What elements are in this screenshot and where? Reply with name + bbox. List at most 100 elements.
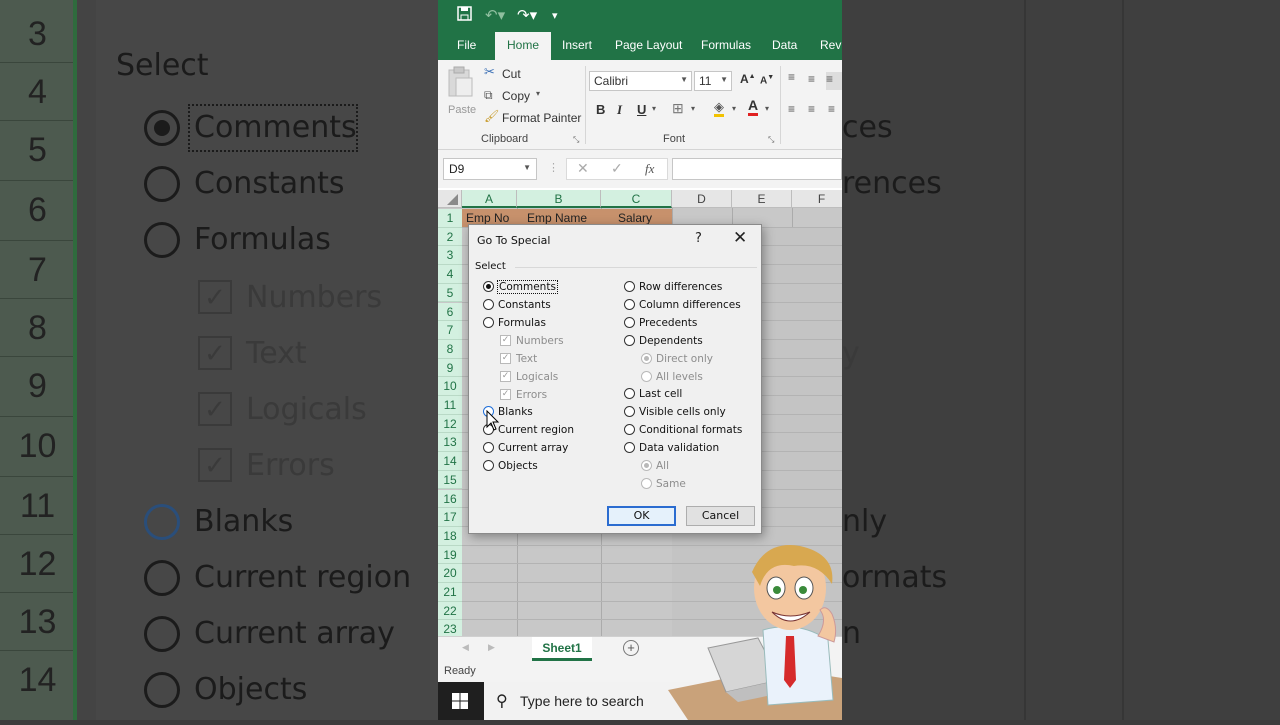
option-data-validation[interactable]: Data validation: [624, 441, 719, 455]
row-header[interactable]: 6: [438, 302, 462, 322]
formula-input[interactable]: [672, 158, 842, 180]
row-header[interactable]: 22: [438, 601, 462, 621]
row-header[interactable]: 7: [438, 321, 462, 340]
cut-button[interactable]: ✂ Cut: [484, 64, 564, 82]
option-objects[interactable]: Objects: [483, 459, 538, 473]
option-constants[interactable]: Constants: [483, 298, 551, 312]
undo-icon[interactable]: ↶▾: [485, 6, 505, 24]
close-button[interactable]: ✕: [733, 228, 747, 248]
option-column-differences[interactable]: Column differences: [624, 298, 741, 312]
row-header[interactable]: 5: [438, 283, 462, 303]
option-dependents[interactable]: Dependents: [624, 334, 703, 348]
ok-button[interactable]: OK: [607, 506, 676, 526]
option-precedents[interactable]: Precedents: [624, 316, 697, 330]
align-middle-icon[interactable]: ≡: [808, 72, 815, 86]
increase-font-icon[interactable]: A▲: [740, 72, 756, 86]
fill-color-icon[interactable]: ◈: [714, 100, 724, 117]
borders-icon[interactable]: ⊞: [672, 100, 684, 117]
align-bottom-icon[interactable]: ≡: [826, 72, 842, 90]
copy-button[interactable]: ⧉ Copy ▾: [484, 88, 574, 104]
column-header[interactable]: B: [517, 190, 601, 208]
tab-data[interactable]: Data: [772, 38, 797, 52]
row-header[interactable]: 3: [438, 246, 462, 266]
save-icon[interactable]: [457, 6, 472, 25]
font-size-select[interactable]: 11 ▼: [694, 71, 732, 91]
font-name-select[interactable]: Calibri ▼: [589, 71, 692, 91]
row-header[interactable]: 14: [438, 452, 462, 471]
option-comments[interactable]: Comments: [483, 280, 558, 294]
row-header[interactable]: 12: [438, 414, 462, 434]
underline-button[interactable]: U: [637, 102, 646, 117]
align-right-icon[interactable]: ≡: [828, 102, 835, 116]
bold-button[interactable]: B: [596, 102, 605, 117]
name-box[interactable]: D9 ▼: [443, 158, 537, 180]
select-all-button[interactable]: [438, 190, 462, 208]
chevron-down-icon[interactable]: ▾: [732, 104, 736, 113]
row-header[interactable]: 20: [438, 564, 462, 583]
row-header[interactable]: 16: [438, 489, 462, 509]
scroll-left-icon[interactable]: ◀: [462, 642, 469, 653]
option-formulas[interactable]: Formulas: [483, 316, 546, 330]
option-visible-cells-only[interactable]: Visible cells only: [624, 405, 726, 419]
enter-icon[interactable]: ✓: [611, 160, 623, 177]
row-header[interactable]: 18: [438, 526, 462, 546]
format-painter-button[interactable]: 🖌 Format Painter: [484, 109, 584, 126]
cancel-button[interactable]: Cancel: [686, 506, 755, 526]
tab-insert[interactable]: Insert: [562, 38, 592, 52]
customize-qat-icon[interactable]: ▾: [552, 9, 558, 22]
row-header[interactable]: 8: [438, 339, 462, 359]
option-current-array[interactable]: Current array: [483, 441, 568, 455]
add-sheet-icon[interactable]: +: [623, 640, 639, 656]
radio-icon: [624, 387, 635, 399]
tab-home[interactable]: Home: [495, 32, 552, 60]
dialog-launcher-icon[interactable]: ⤡: [573, 135, 579, 145]
redo-icon[interactable]: ↷▾: [517, 6, 537, 24]
row-header[interactable]: 15: [438, 470, 462, 490]
align-left-icon[interactable]: ≡: [788, 102, 795, 116]
tab-formulas[interactable]: Formulas: [701, 38, 751, 52]
sheet-tab-sheet1[interactable]: Sheet1: [532, 637, 592, 661]
column-header[interactable]: D: [672, 190, 732, 208]
row-header[interactable]: 4: [438, 265, 462, 284]
row-header[interactable]: 1: [438, 209, 462, 228]
row-header[interactable]: 21: [438, 583, 462, 602]
insert-function-button[interactable]: fx: [645, 161, 654, 177]
tab-review[interactable]: Revi: [820, 38, 842, 52]
dialog-launcher-icon[interactable]: ⤡: [768, 135, 774, 145]
column-header[interactable]: F: [792, 190, 842, 208]
row-header[interactable]: 23: [438, 620, 462, 636]
radio-selected-icon: [641, 459, 652, 471]
row-header[interactable]: 11: [438, 396, 462, 415]
column-header[interactable]: C: [601, 190, 672, 208]
option-conditional-formats[interactable]: Conditional formats: [624, 423, 742, 437]
row-header[interactable]: 17: [438, 508, 462, 527]
column-header[interactable]: E: [732, 190, 792, 208]
search-placeholder: Type here to search: [520, 693, 644, 709]
row-header[interactable]: 9: [438, 358, 462, 378]
chevron-down-icon[interactable]: ▾: [765, 104, 769, 113]
row-header[interactable]: 10: [438, 377, 462, 396]
paste-button[interactable]: Paste: [446, 66, 476, 126]
help-button[interactable]: ?: [695, 231, 702, 246]
column-header[interactable]: A: [462, 190, 517, 208]
align-center-icon[interactable]: ≡: [808, 102, 815, 116]
decrease-font-icon[interactable]: A▼: [760, 74, 774, 86]
option-last-cell[interactable]: Last cell: [624, 387, 682, 401]
copy-label: Copy: [502, 89, 531, 103]
tab-file[interactable]: File: [457, 38, 476, 52]
row-header[interactable]: 13: [438, 433, 462, 453]
row-header[interactable]: 19: [438, 545, 462, 565]
option-row-differences[interactable]: Row differences: [624, 280, 722, 294]
italic-button[interactable]: I: [617, 102, 622, 118]
chevron-down-icon[interactable]: ▾: [691, 104, 695, 113]
align-top-icon[interactable]: ≡: [788, 70, 795, 84]
font-color-icon[interactable]: A: [748, 98, 759, 116]
bg-option: Text: [246, 336, 307, 371]
cancel-icon[interactable]: ✕: [577, 160, 589, 177]
chevron-down-icon[interactable]: ▾: [652, 104, 656, 113]
row-header[interactable]: 2: [438, 227, 462, 247]
scroll-right-icon[interactable]: ▶: [488, 642, 495, 653]
windows-start-icon[interactable]: [452, 693, 468, 714]
bg-option: Objects: [194, 672, 308, 707]
tab-page-layout[interactable]: Page Layout: [615, 38, 682, 52]
